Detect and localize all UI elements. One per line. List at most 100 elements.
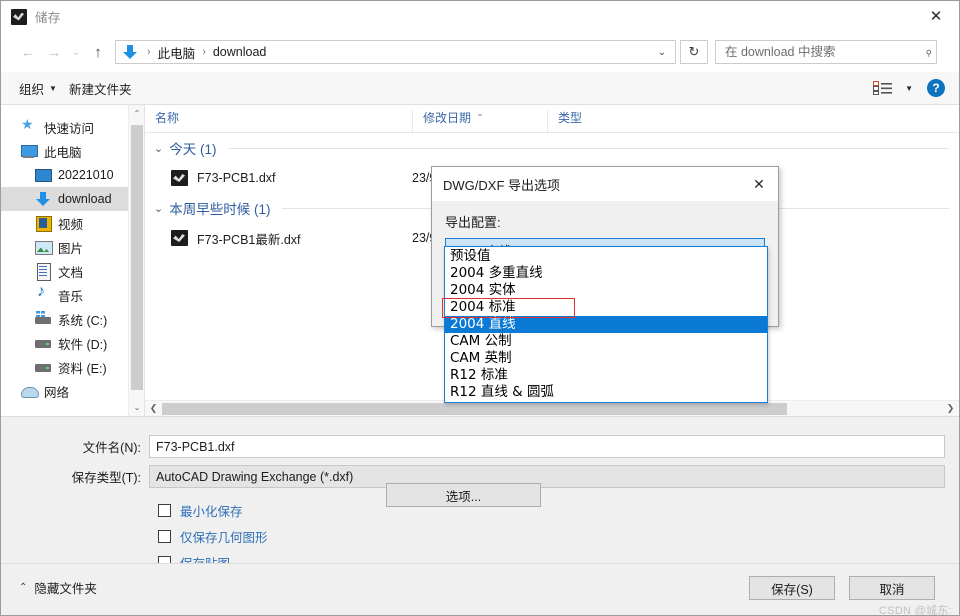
close-icon[interactable]: ✕ bbox=[740, 167, 778, 201]
checkbox-geometry-only[interactable]: 仅保存几何图形 bbox=[158, 527, 268, 546]
scroll-left-icon[interactable]: ❮ bbox=[145, 401, 162, 417]
address-bar[interactable]: › 此电脑 › download ⌄ bbox=[115, 40, 676, 64]
organize-menu[interactable]: 组织 ▼ bbox=[13, 76, 63, 100]
filename-row: 文件名(N): F73-PCB1.dxf bbox=[1, 435, 959, 458]
dropdown-option[interactable]: R12 标准 bbox=[445, 367, 767, 384]
column-header-name[interactable]: 名称 bbox=[145, 110, 412, 132]
breadcrumb-this-pc[interactable]: 此电脑 bbox=[156, 43, 198, 62]
help-icon[interactable]: ? bbox=[927, 79, 945, 97]
recent-locations-button[interactable]: ⌄ bbox=[67, 39, 85, 65]
dropdown-option[interactable]: R12 直线 & 圆弧 bbox=[445, 384, 767, 401]
group-divider bbox=[228, 147, 949, 149]
dropdown-option-selected[interactable]: 2004 直线 bbox=[445, 316, 767, 333]
star-icon bbox=[21, 116, 37, 135]
search-box[interactable]: ⌕ bbox=[715, 40, 937, 64]
checkbox-box[interactable] bbox=[158, 530, 171, 543]
group-title: 今天 (1) bbox=[169, 142, 217, 157]
dxf-file-icon bbox=[171, 170, 188, 186]
sidebar-item-label: 网络 bbox=[44, 385, 70, 400]
sidebar-item-label: 快速访问 bbox=[44, 121, 95, 136]
chevron-down-icon[interactable]: ⌄ bbox=[651, 41, 673, 63]
view-chevron-down-icon[interactable]: ▼ bbox=[905, 84, 913, 93]
chevron-down-icon[interactable]: ⌄ bbox=[154, 142, 163, 155]
export-config-dropdown-list[interactable]: 预设值 2004 多重直线 2004 实体 2004 标准 2004 直线 CA… bbox=[444, 246, 768, 403]
sidebar-item-music[interactable]: 音乐 bbox=[1, 283, 144, 307]
column-header-type[interactable]: 类型 bbox=[547, 110, 657, 132]
up-button[interactable]: ↑ bbox=[85, 39, 111, 65]
sidebar-item-data-e[interactable]: 资料 (E:) bbox=[1, 355, 144, 379]
group-title: 本周早些时候 (1) bbox=[169, 202, 271, 217]
sidebar-item-20221010[interactable]: 20221010 bbox=[1, 163, 144, 187]
chevron-down-icon[interactable]: ⌄ bbox=[154, 202, 163, 215]
close-icon[interactable]: ✕ bbox=[913, 1, 959, 32]
hide-folders-label: 隐藏文件夹 bbox=[34, 582, 97, 596]
savetype-select[interactable]: AutoCAD Drawing Exchange (*.dxf) bbox=[149, 465, 945, 488]
breadcrumb-sep-1: › bbox=[202, 46, 206, 58]
scrollbar-thumb[interactable] bbox=[162, 402, 787, 415]
system-drive-icon bbox=[35, 311, 51, 327]
sidebar-item-network[interactable]: 网络 bbox=[1, 379, 144, 403]
dropdown-option[interactable]: 2004 标准 bbox=[445, 299, 767, 316]
pc-icon bbox=[21, 143, 38, 159]
network-icon bbox=[21, 383, 39, 399]
dxf-file-icon bbox=[171, 230, 188, 246]
sidebar-item-videos[interactable]: 视频 bbox=[1, 211, 144, 235]
scroll-down-icon[interactable]: ⌄ bbox=[129, 399, 144, 416]
navigation-bar: ← → ⌄ ↑ › 此电脑 › download ⌄ ↻ ⌕ bbox=[1, 32, 959, 72]
breadcrumb-download[interactable]: download bbox=[211, 45, 269, 59]
column-label: 类型 bbox=[558, 111, 583, 125]
back-button[interactable]: ← bbox=[15, 39, 41, 65]
sidebar-item-label: 图片 bbox=[58, 241, 84, 256]
window-title: 储存 bbox=[35, 11, 61, 25]
monitor-icon bbox=[35, 167, 52, 183]
music-icon bbox=[35, 283, 51, 303]
sidebar-item-download[interactable]: download bbox=[1, 187, 144, 211]
drive-icon bbox=[35, 359, 51, 375]
dropdown-option[interactable]: 预设值 bbox=[445, 248, 767, 265]
filename-input[interactable]: F73-PCB1.dxf bbox=[149, 435, 945, 458]
dropdown-option[interactable]: 2004 实体 bbox=[445, 282, 767, 299]
column-header-date[interactable]: ⌄ 修改日期 bbox=[412, 109, 547, 132]
search-input[interactable] bbox=[723, 44, 925, 60]
checkbox-minimize-save[interactable]: 最小化保存 bbox=[158, 501, 243, 520]
sidebar-item-documents[interactable]: 文档 bbox=[1, 259, 144, 283]
save-button[interactable]: 保存(S) bbox=[749, 576, 835, 600]
scroll-up-icon[interactable]: ⌃ bbox=[129, 105, 144, 122]
command-bar-right: ▼ ? bbox=[871, 77, 959, 99]
sidebar-item-pictures[interactable]: 图片 bbox=[1, 235, 144, 259]
dialog-footer: ⌃ 隐藏文件夹 保存(S) 取消 CSDN @城东: bbox=[1, 563, 959, 615]
hide-folders-toggle[interactable]: ⌃ 隐藏文件夹 bbox=[19, 578, 97, 597]
download-icon bbox=[35, 191, 51, 207]
save-file-dialog-window: 储存 ✕ ← → ⌄ ↑ › 此电脑 › download ⌄ ↻ ⌕ 组织 ▼… bbox=[0, 0, 960, 616]
column-header-row: 名称 ⌄ 修改日期 类型 bbox=[145, 105, 959, 133]
checkbox-box[interactable] bbox=[158, 504, 171, 517]
group-header-today[interactable]: ⌄ 今天 (1) bbox=[145, 133, 959, 163]
scroll-right-icon[interactable]: ❯ bbox=[942, 401, 959, 417]
dropdown-option[interactable]: 2004 多重直线 bbox=[445, 265, 767, 282]
dialog-title: DWG/DXF 导出选项 bbox=[443, 177, 560, 193]
file-name: F73-PCB1最新.dxf bbox=[197, 232, 301, 247]
cancel-button[interactable]: 取消 bbox=[849, 576, 935, 600]
sidebar-item-software-d[interactable]: 软件 (D:) bbox=[1, 331, 144, 355]
watermark: CSDN @城东: bbox=[878, 605, 952, 616]
dropdown-option[interactable]: CAM 英制 bbox=[445, 350, 767, 367]
new-folder-button[interactable]: 新建文件夹 bbox=[63, 76, 138, 100]
sidebar-item-label: 视频 bbox=[58, 217, 84, 232]
download-folder-icon bbox=[122, 44, 138, 60]
options-button[interactable]: 选项... bbox=[386, 483, 541, 507]
forward-button[interactable]: → bbox=[41, 39, 67, 65]
new-folder-label: 新建文件夹 bbox=[68, 82, 132, 97]
refresh-icon[interactable]: ↻ bbox=[680, 40, 708, 64]
scrollbar-thumb[interactable] bbox=[131, 125, 143, 390]
dwg-dxf-export-options-dialog: DWG/DXF 导出选项 ✕ 导出配置: 2004 直线 ⌄ 预设值 2004 … bbox=[431, 166, 779, 403]
sidebar-item-label: 资料 (E:) bbox=[58, 361, 107, 376]
sidebar-item-quick-access[interactable]: 快速访问 bbox=[1, 115, 144, 139]
file-name-cell: F73-PCB1最新.dxf bbox=[145, 229, 412, 248]
view-layout-icon[interactable] bbox=[871, 77, 895, 99]
sidebar-item-this-pc[interactable]: 此电脑 bbox=[1, 139, 144, 163]
document-icon bbox=[35, 263, 51, 281]
checkbox-label: 最小化保存 bbox=[180, 505, 243, 519]
dropdown-option[interactable]: CAM 公制 bbox=[445, 333, 767, 350]
sidebar-scrollbar[interactable]: ⌃ ⌄ bbox=[128, 105, 144, 416]
sidebar-item-system-c[interactable]: 系统 (C:) bbox=[1, 307, 144, 331]
